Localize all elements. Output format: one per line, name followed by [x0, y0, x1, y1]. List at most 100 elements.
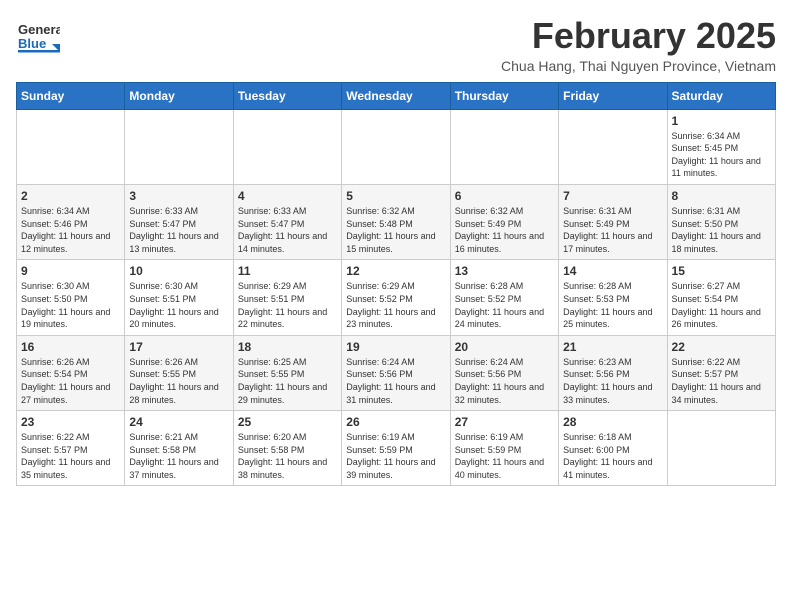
calendar-week-3: 9Sunrise: 6:30 AM Sunset: 5:50 PM Daylig… [17, 260, 776, 335]
day-number: 28 [563, 415, 662, 429]
calendar-week-2: 2 Sunrise: 6:34 AM Sunset: 5:46 PM Daylig… [17, 184, 776, 259]
day-number: 16 [21, 340, 120, 354]
page-subtitle: Chua Hang, Thai Nguyen Province, Vietnam [501, 58, 776, 74]
day-info: Sunrise: 6:28 AM Sunset: 5:52 PM Dayligh… [455, 280, 554, 330]
calendar-week-5: 23 Sunrise: 6:22 AM Sunset: 5:57 PM Dayli… [17, 411, 776, 486]
day-info: Sunrise: 6:28 AM Sunset: 5:53 PM Dayligh… [563, 280, 662, 330]
day-number: 20 [455, 340, 554, 354]
day-number: 9 [21, 264, 120, 278]
day-number: 10 [129, 264, 228, 278]
calendar-cell: 23 Sunrise: 6:22 AM Sunset: 5:57 PM Dayli… [17, 411, 125, 486]
calendar-cell: 14 Sunrise: 6:28 AM Sunset: 5:53 PM Dayli… [559, 260, 667, 335]
day-info: Sunrise: 6:20 AM Sunset: 5:58 PM Dayligh… [238, 431, 337, 481]
calendar-cell: 17 Sunrise: 6:26 AM Sunset: 5:55 PM Dayli… [125, 335, 233, 410]
day-info: Sunrise: 6:25 AM Sunset: 5:55 PM Dayligh… [238, 356, 337, 406]
calendar-cell: 21 Sunrise: 6:23 AM Sunset: 5:56 PM Dayli… [559, 335, 667, 410]
day-number: 8 [672, 189, 771, 203]
calendar-cell: 18 Sunrise: 6:25 AM Sunset: 5:55 PM Dayli… [233, 335, 341, 410]
calendar-cell: 9Sunrise: 6:30 AM Sunset: 5:50 PM Daylig… [17, 260, 125, 335]
calendar-header-row: SundayMondayTuesdayWednesdayThursdayFrid… [17, 82, 776, 109]
svg-text:General: General [18, 22, 60, 37]
calendar-cell: 19 Sunrise: 6:24 AM Sunset: 5:56 PM Dayli… [342, 335, 450, 410]
day-info: Sunrise: 6:33 AM Sunset: 5:47 PM Dayligh… [238, 205, 337, 255]
svg-text:Blue: Blue [18, 36, 46, 51]
col-header-thursday: Thursday [450, 82, 558, 109]
day-number: 22 [672, 340, 771, 354]
calendar-cell: 22 Sunrise: 6:22 AM Sunset: 5:57 PM Dayli… [667, 335, 775, 410]
day-number: 6 [455, 189, 554, 203]
calendar-cell: 8 Sunrise: 6:31 AM Sunset: 5:50 PM Daylig… [667, 184, 775, 259]
calendar-week-1: 1 Sunrise: 6:34 AM Sunset: 5:45 PM Daylig… [17, 109, 776, 184]
day-number: 18 [238, 340, 337, 354]
day-info: Sunrise: 6:22 AM Sunset: 5:57 PM Dayligh… [672, 356, 771, 406]
day-info: Sunrise: 6:26 AM Sunset: 5:55 PM Dayligh… [129, 356, 228, 406]
calendar-cell: 26 Sunrise: 6:19 AM Sunset: 5:59 PM Dayli… [342, 411, 450, 486]
col-header-friday: Friday [559, 82, 667, 109]
logo-icon: General Blue [16, 16, 60, 60]
header: General Blue February 2025 Chua Hang, Th… [16, 16, 776, 74]
day-number: 2 [21, 189, 120, 203]
calendar-cell: 3 Sunrise: 6:33 AM Sunset: 5:47 PM Daylig… [125, 184, 233, 259]
day-info: Sunrise: 6:34 AM Sunset: 5:45 PM Dayligh… [672, 130, 771, 180]
calendar-cell: 15 Sunrise: 6:27 AM Sunset: 5:54 PM Dayli… [667, 260, 775, 335]
day-info: Sunrise: 6:23 AM Sunset: 5:56 PM Dayligh… [563, 356, 662, 406]
day-number: 14 [563, 264, 662, 278]
day-info: Sunrise: 6:24 AM Sunset: 5:56 PM Dayligh… [346, 356, 445, 406]
day-info: Sunrise: 6:34 AM Sunset: 5:46 PM Dayligh… [21, 205, 120, 255]
col-header-wednesday: Wednesday [342, 82, 450, 109]
day-info: Sunrise: 6:32 AM Sunset: 5:48 PM Dayligh… [346, 205, 445, 255]
day-number: 11 [238, 264, 337, 278]
calendar-cell: 11 Sunrise: 6:29 AM Sunset: 5:51 PM Dayli… [233, 260, 341, 335]
calendar-cell: 27 Sunrise: 6:19 AM Sunset: 5:59 PM Dayli… [450, 411, 558, 486]
day-number: 24 [129, 415, 228, 429]
calendar-cell [559, 109, 667, 184]
calendar-cell [450, 109, 558, 184]
day-info: Sunrise: 6:19 AM Sunset: 5:59 PM Dayligh… [455, 431, 554, 481]
col-header-saturday: Saturday [667, 82, 775, 109]
day-number: 27 [455, 415, 554, 429]
calendar-cell: 13 Sunrise: 6:28 AM Sunset: 5:52 PM Dayli… [450, 260, 558, 335]
page-title: February 2025 [501, 16, 776, 56]
day-info: Sunrise: 6:24 AM Sunset: 5:56 PM Dayligh… [455, 356, 554, 406]
calendar-cell: 5 Sunrise: 6:32 AM Sunset: 5:48 PM Daylig… [342, 184, 450, 259]
col-header-sunday: Sunday [17, 82, 125, 109]
calendar-cell: 4 Sunrise: 6:33 AM Sunset: 5:47 PM Daylig… [233, 184, 341, 259]
calendar-cell: 20 Sunrise: 6:24 AM Sunset: 5:56 PM Dayli… [450, 335, 558, 410]
calendar-cell: 28Sunrise: 6:18 AM Sunset: 6:00 PM Dayli… [559, 411, 667, 486]
calendar-week-4: 16Sunrise: 6:26 AM Sunset: 5:54 PM Dayli… [17, 335, 776, 410]
calendar-cell: 2 Sunrise: 6:34 AM Sunset: 5:46 PM Daylig… [17, 184, 125, 259]
calendar-cell [233, 109, 341, 184]
calendar-cell [667, 411, 775, 486]
day-number: 23 [21, 415, 120, 429]
day-info: Sunrise: 6:29 AM Sunset: 5:51 PM Dayligh… [238, 280, 337, 330]
calendar-cell: 24Sunrise: 6:21 AM Sunset: 5:58 PM Dayli… [125, 411, 233, 486]
calendar-cell: 16Sunrise: 6:26 AM Sunset: 5:54 PM Dayli… [17, 335, 125, 410]
day-number: 4 [238, 189, 337, 203]
day-number: 19 [346, 340, 445, 354]
calendar-cell [342, 109, 450, 184]
day-number: 26 [346, 415, 445, 429]
calendar-cell: 1 Sunrise: 6:34 AM Sunset: 5:45 PM Daylig… [667, 109, 775, 184]
day-number: 12 [346, 264, 445, 278]
day-number: 13 [455, 264, 554, 278]
calendar-cell: 10Sunrise: 6:30 AM Sunset: 5:51 PM Dayli… [125, 260, 233, 335]
day-info: Sunrise: 6:31 AM Sunset: 5:50 PM Dayligh… [672, 205, 771, 255]
day-info: Sunrise: 6:33 AM Sunset: 5:47 PM Dayligh… [129, 205, 228, 255]
logo: General Blue [16, 16, 60, 60]
day-info: Sunrise: 6:27 AM Sunset: 5:54 PM Dayligh… [672, 280, 771, 330]
day-number: 25 [238, 415, 337, 429]
day-info: Sunrise: 6:29 AM Sunset: 5:52 PM Dayligh… [346, 280, 445, 330]
day-number: 15 [672, 264, 771, 278]
col-header-tuesday: Tuesday [233, 82, 341, 109]
calendar-cell [17, 109, 125, 184]
day-number: 1 [672, 114, 771, 128]
day-number: 21 [563, 340, 662, 354]
day-info: Sunrise: 6:22 AM Sunset: 5:57 PM Dayligh… [21, 431, 120, 481]
calendar-cell: 7Sunrise: 6:31 AM Sunset: 5:49 PM Daylig… [559, 184, 667, 259]
day-info: Sunrise: 6:32 AM Sunset: 5:49 PM Dayligh… [455, 205, 554, 255]
calendar-cell: 25 Sunrise: 6:20 AM Sunset: 5:58 PM Dayli… [233, 411, 341, 486]
day-number: 3 [129, 189, 228, 203]
day-info: Sunrise: 6:19 AM Sunset: 5:59 PM Dayligh… [346, 431, 445, 481]
day-number: 5 [346, 189, 445, 203]
day-number: 17 [129, 340, 228, 354]
